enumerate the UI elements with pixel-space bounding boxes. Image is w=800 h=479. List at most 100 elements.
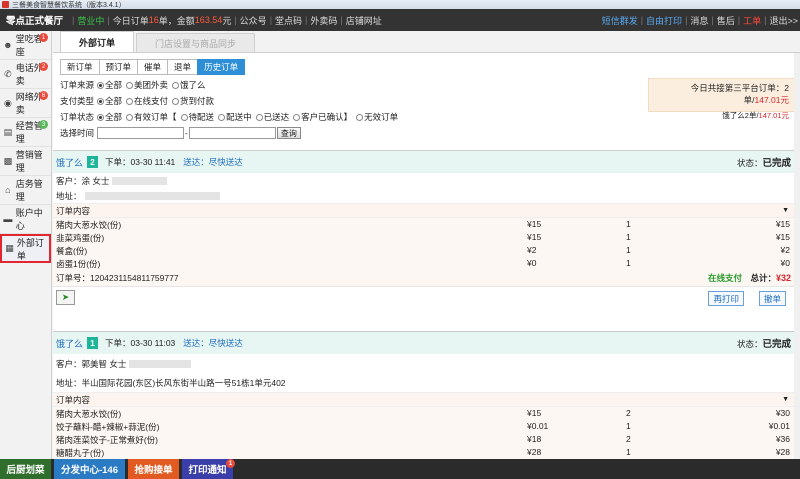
- order-address: 地址：半山国际花园(东区)长风东街半山路一号51栋1单元402: [56, 378, 286, 388]
- sidebar-item-store-affairs[interactable]: ⌂ 店务管理: [0, 176, 51, 205]
- vertical-scrollbar[interactable]: [794, 53, 800, 459]
- collapse-arrow-icon[interactable]: ▼: [782, 396, 789, 403]
- shop-code-link[interactable]: 堂点码: [275, 14, 302, 27]
- main-panel: 外部订单 门店设置与商品同步 新订单 预订单 催单 退单 历史订单 订单来源 全…: [53, 31, 800, 459]
- sidebar-item-account[interactable]: ▬ 账户中心: [0, 205, 51, 234]
- radio-state-invalid[interactable]: 无效订单: [356, 111, 398, 123]
- filter-label: 订单来源: [60, 80, 95, 90]
- start-date-input[interactable]: [97, 127, 185, 139]
- tab-store-settings[interactable]: 门店设置与商品同步: [136, 33, 256, 52]
- today-orders-unit: 单: [158, 15, 168, 26]
- sidebar-item-phone-takeout[interactable]: ✆ 电话外卖 2: [0, 60, 51, 89]
- subtab-reminders[interactable]: 催单: [137, 59, 168, 75]
- end-date-input[interactable]: [188, 127, 276, 139]
- summary-amount: 147.01元: [754, 95, 790, 105]
- today-summary-box: 今日共接第三平台订单：2单/147.01元 饿了么2单/147.01元: [648, 78, 795, 120]
- order-items: 猪肉大葱水饺(份) ¥15 1 ¥15 韭菜鸡蛋(份) ¥15 1 ¥15 餐盒(份) ¥2 1…: [53, 218, 794, 270]
- sidebar-item-label: 账户中心: [15, 208, 43, 231]
- radio-state-confirmed[interactable]: 客户已确认】: [293, 111, 352, 123]
- group-icon: ▦: [5, 243, 14, 253]
- date-separator: -: [185, 128, 188, 138]
- sidebar-item-marketing[interactable]: ▩ 营销管理: [0, 147, 51, 176]
- subtab-history[interactable]: 历史订单: [197, 59, 246, 75]
- order-item-row: 餐盒(份) ¥2 1 ¥2: [56, 245, 790, 256]
- today-orders-label: 今日订单: [112, 15, 149, 26]
- sidebar-item-dine-in[interactable]: ☻ 堂吃客座 1: [0, 31, 51, 60]
- user-icon: ☻: [3, 40, 13, 50]
- today-amount: 163.54: [194, 15, 223, 25]
- order-placed-label: 下单：: [105, 338, 131, 348]
- print-notice-button[interactable]: 打印通知 1: [182, 459, 235, 479]
- top-status-bar: 零点正式餐厅 | 营业中 | 今日订单 16 单 ，金额 163.54 元 | …: [0, 9, 800, 31]
- grab-order-button[interactable]: 抢购接单: [128, 459, 179, 479]
- order-placed-label: 下单：: [105, 157, 131, 167]
- filter-label: 支付类型: [60, 96, 95, 106]
- auto-print-link[interactable]: 自由打印: [646, 14, 682, 27]
- order-seq-badge: 1: [87, 337, 99, 349]
- subtab-new-orders[interactable]: 新订单: [60, 59, 99, 75]
- sidebar-item-label: 店务管理: [15, 179, 43, 202]
- radio-source-meituan[interactable]: 美团外卖: [126, 79, 168, 91]
- official-account-link[interactable]: 公众号: [240, 14, 267, 27]
- print-notice-badge: 1: [226, 459, 235, 468]
- order-number: 订单号：1204231154811759777: [56, 273, 179, 283]
- sidebar-item-online-takeout[interactable]: ◉ 网络外卖 6: [0, 89, 51, 118]
- filter-panel: 新订单 预订单 催单 退单 历史订单 订单来源 全部 美团外卖 饿了么 支付类型…: [53, 53, 800, 144]
- sidebar-item-external-orders[interactable]: ▦ 外部订单: [0, 234, 51, 263]
- filter-label: 订单状态: [60, 112, 95, 122]
- order-item-row: 猪肉莲菜饺子-正常煮好(份) ¥18 2 ¥36: [56, 434, 790, 445]
- order-seq-badge: 2: [87, 156, 99, 168]
- reprint-button[interactable]: 再打印: [708, 291, 744, 306]
- collapse-arrow-icon[interactable]: ▼: [782, 207, 789, 214]
- radio-source-eleme[interactable]: 饿了么: [172, 79, 206, 91]
- tab-external-orders[interactable]: 外部订单: [60, 31, 135, 52]
- query-button[interactable]: 查询: [276, 127, 301, 139]
- sidebar-item-business-mgmt[interactable]: ▤ 经营管理 3: [0, 118, 51, 147]
- radio-state-valid[interactable]: 有效订单【: [126, 111, 177, 123]
- sidebar-badge: 2: [39, 62, 48, 71]
- radio-pay-online[interactable]: 在线支付: [126, 95, 168, 107]
- top-right-links: 短信群发 | 自由打印 | 消息 | 售后 | 工单 | 退出>>: [601, 14, 798, 27]
- card-icon: ▬: [3, 214, 13, 224]
- window-titlebar: 三餐美食智慧餐饮系统（版本3.4.1）: [0, 0, 800, 9]
- order-customer: 客户：涂 女士: [53, 173, 794, 188]
- order-card: 饿了么 1 下单： 03-30 11:03 送达：尽快送达 状态：已完成 客户：…: [53, 331, 794, 459]
- store-url-link[interactable]: 店铺网址: [346, 14, 382, 27]
- takeout-code-link[interactable]: 外卖码: [310, 14, 337, 27]
- order-content-header[interactable]: 订单内容 ▼: [53, 392, 794, 407]
- work-order-link[interactable]: 工单: [743, 14, 761, 27]
- order-item-row: 饺子蘸料-醋+辣椒+蒜泥(份) ¥0.01 1 ¥0.01: [56, 421, 790, 432]
- radio-state-delivering[interactable]: 配送中: [218, 111, 252, 123]
- subtab-reservations[interactable]: 预订单: [98, 59, 138, 75]
- chart-icon: ▤: [3, 126, 13, 137]
- sidebar-badge: 3: [39, 120, 48, 129]
- logout-link[interactable]: 退出>>: [769, 14, 798, 27]
- order-item-row: 韭菜鸡蛋(份) ¥15 1 ¥15: [56, 232, 790, 243]
- radio-pay-cod[interactable]: 货到付款: [172, 95, 214, 107]
- filter-time-row: 选择时间 - 查询: [60, 125, 794, 141]
- tab-bar: 外部订单 门店设置与商品同步: [53, 31, 800, 53]
- radio-state-all[interactable]: 全部: [97, 111, 122, 123]
- messages-link[interactable]: 消息: [690, 14, 708, 27]
- radio-state-delivered[interactable]: 已送达: [255, 111, 289, 123]
- dispatch-center-button[interactable]: 分发中心-146: [54, 459, 125, 479]
- order-status: 状态：已完成: [736, 158, 791, 169]
- app-logo-icon: [2, 1, 9, 8]
- radio-source-all[interactable]: 全部: [97, 79, 122, 91]
- sms-broadcast-link[interactable]: 短信群发: [602, 14, 638, 27]
- filter-label: 选择时间: [60, 128, 95, 138]
- radio-pay-all[interactable]: 全部: [97, 95, 122, 107]
- order-actions: ➤ 再打印 撤单: [53, 286, 794, 308]
- phone-icon: ✆: [4, 68, 12, 79]
- amount-unit: 元: [222, 15, 232, 26]
- dispatch-plane-icon[interactable]: ➤: [56, 290, 75, 305]
- cancel-order-button[interactable]: 撤单: [758, 291, 786, 306]
- kitchen-button[interactable]: 后厨划菜: [0, 459, 51, 479]
- radio-state-pending[interactable]: 待配送: [180, 111, 214, 123]
- summary-label: 今日共接第三平台订单：: [690, 83, 785, 93]
- order-content-header[interactable]: 订单内容 ▼: [53, 203, 794, 218]
- business-status[interactable]: 营业中: [77, 14, 104, 27]
- after-sale-link[interactable]: 售后: [717, 14, 735, 27]
- summary-eleme-label: 饿了么2单/: [722, 111, 759, 120]
- subtab-refunds[interactable]: 退单: [167, 59, 198, 75]
